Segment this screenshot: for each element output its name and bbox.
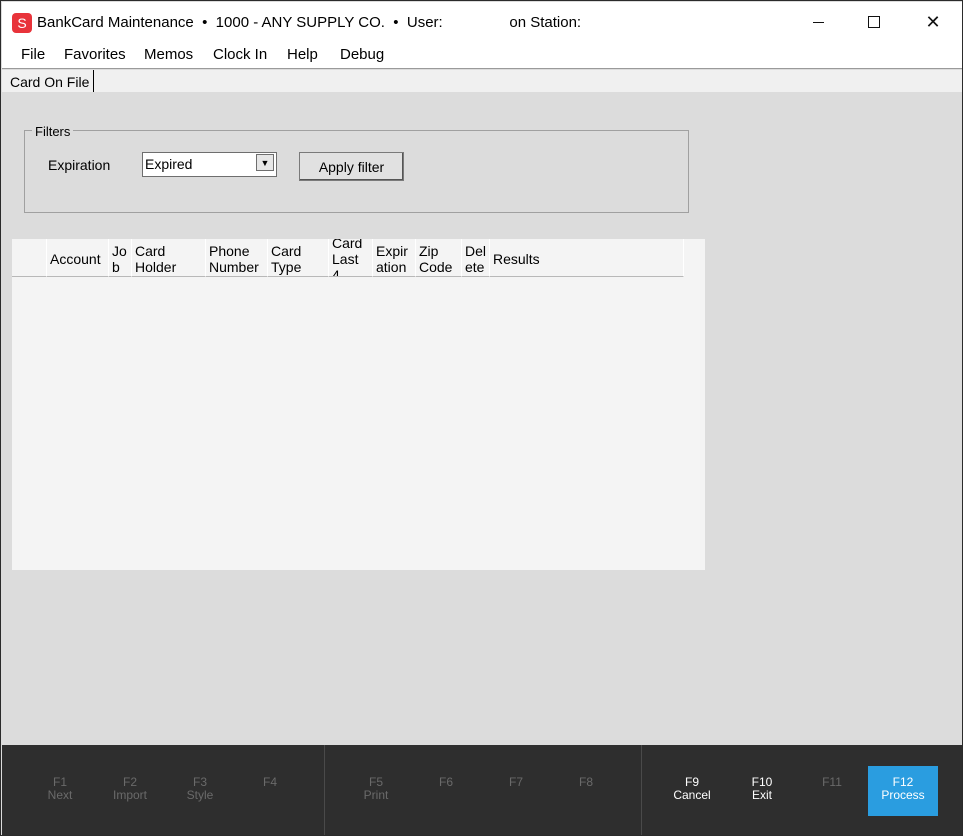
menu-favorites[interactable]: Favorites — [64, 46, 126, 63]
menu-bar: File Favorites Memos Clock In Help Debug — [2, 42, 962, 69]
tab-strip: Card On File — [2, 70, 962, 92]
f3-style-button[interactable]: F3 Style — [165, 766, 235, 816]
col-job[interactable]: Jo b — [109, 239, 132, 277]
window-title: BankCard Maintenance • 1000 - ANY SUPPLY… — [37, 14, 582, 31]
menu-debug[interactable]: Debug — [340, 46, 384, 63]
minimize-icon — [812, 21, 824, 23]
fkey-divider — [641, 745, 642, 835]
f8-button[interactable]: F8 — [551, 766, 621, 816]
f2-import-button[interactable]: F2 Import — [95, 766, 165, 816]
col-account[interactable]: Account — [47, 239, 109, 277]
tab-card-on-file[interactable]: Card On File — [2, 70, 95, 92]
col-phone-number[interactable]: Phone Number — [206, 239, 268, 277]
col-card-last-4[interactable]: Card Last 4 — [329, 239, 373, 277]
col-card-type[interactable]: Card Type — [268, 239, 329, 277]
maximize-button[interactable] — [851, 2, 897, 42]
menu-help[interactable]: Help — [287, 46, 318, 63]
card-grid[interactable]: Account Jo b Card Holder Phone Number Ca… — [12, 239, 705, 570]
expiration-label: Expiration — [48, 157, 111, 173]
app-logo-icon: S — [12, 13, 32, 33]
col-card-holder[interactable]: Card Holder — [132, 239, 206, 277]
expiration-value: Expired — [145, 156, 193, 172]
menu-clock-in[interactable]: Clock In — [213, 46, 267, 63]
f7-button[interactable]: F7 — [481, 766, 551, 816]
apply-filter-button[interactable]: Apply filter — [299, 152, 404, 181]
col-expiration[interactable]: Expir ation — [373, 239, 416, 277]
title-bar: S BankCard Maintenance • 1000 - ANY SUPP… — [2, 2, 962, 42]
close-icon: ✕ — [925, 12, 941, 32]
app-window: S BankCard Maintenance • 1000 - ANY SUPP… — [0, 0, 963, 836]
f11-button[interactable]: F11 — [797, 766, 867, 816]
fkey-divider — [324, 745, 325, 835]
expiration-dropdown[interactable]: Expired ▼ — [142, 152, 277, 177]
filters-group: Filters Expiration Expired ▼ Apply filte… — [24, 124, 689, 213]
col-delete[interactable]: Del ete — [462, 239, 490, 277]
filters-legend: Filters — [32, 124, 74, 139]
f1-next-button[interactable]: F1 Next — [25, 766, 95, 816]
col-results[interactable]: Results — [490, 239, 684, 277]
f10-exit-button[interactable]: F10 Exit — [727, 766, 797, 816]
menu-file[interactable]: File — [21, 46, 45, 63]
f5-print-button[interactable]: F5 Print — [341, 766, 411, 816]
function-key-bar: F1 Next F2 Import F3 Style F4 F5 Print F6 F7… — [2, 745, 962, 835]
f9-cancel-button[interactable]: F9 Cancel — [657, 766, 727, 816]
chevron-down-icon[interactable]: ▼ — [256, 154, 274, 171]
f12-process-button[interactable]: F12 Process — [868, 766, 938, 816]
col-zip-code[interactable]: Zip Code — [416, 239, 462, 277]
col-select[interactable] — [12, 239, 47, 277]
minimize-button[interactable] — [795, 2, 841, 42]
f6-button[interactable]: F6 — [411, 766, 481, 816]
menu-memos[interactable]: Memos — [144, 46, 193, 63]
f4-button[interactable]: F4 — [235, 766, 305, 816]
maximize-icon — [868, 16, 880, 28]
close-button[interactable]: ✕ — [910, 2, 956, 42]
